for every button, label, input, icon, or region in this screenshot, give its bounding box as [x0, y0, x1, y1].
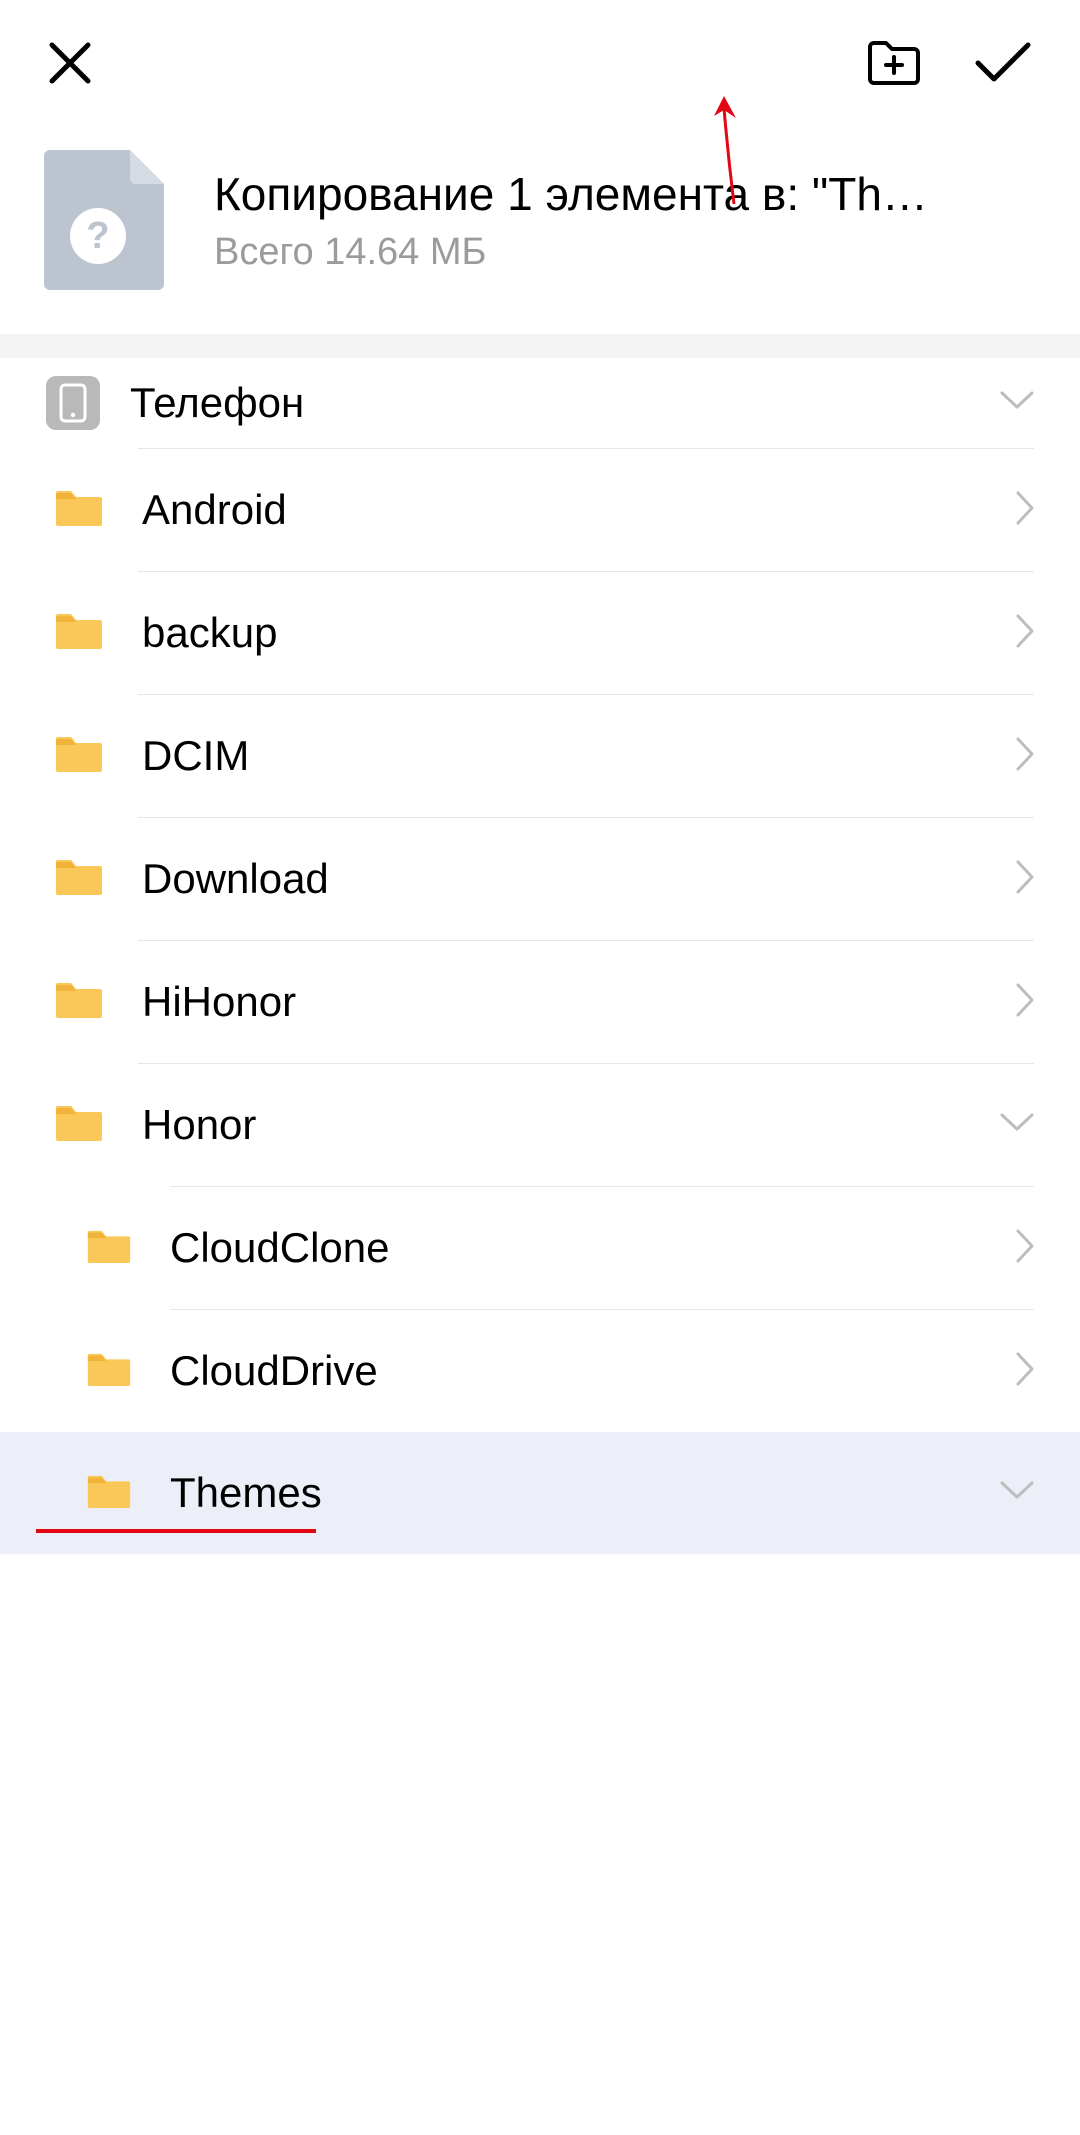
folder-icon [54, 979, 104, 1025]
folder-icon [54, 487, 104, 533]
chevron-right-icon [1016, 1229, 1034, 1268]
folder-icon [86, 1350, 132, 1393]
copy-info-subtitle: Всего 14.64 МБ [214, 231, 1036, 274]
folder-list: Android backup DCIM Download HiHonor Hon… [0, 449, 1080, 1554]
chevron-right-icon [1016, 1352, 1034, 1391]
chevron-right-icon [1016, 614, 1034, 653]
chevron-down-icon [1000, 1113, 1034, 1138]
folder-row[interactable]: Honor [0, 1064, 1080, 1186]
folder-row[interactable]: CloudDrive [0, 1310, 1080, 1432]
folder-name-label: backup [142, 609, 1016, 657]
folder-name-label: HiHonor [142, 978, 1016, 1026]
folder-name-label: DCIM [142, 732, 1016, 780]
chevron-right-icon [1016, 860, 1034, 899]
copy-info-title: Копирование 1 элемента в: "Th… [214, 167, 1036, 221]
folder-row[interactable]: DCIM [0, 695, 1080, 817]
file-thumbnail: ? [44, 150, 164, 290]
new-folder-icon [866, 39, 922, 87]
close-icon [48, 41, 92, 85]
close-button[interactable] [48, 41, 92, 85]
folder-icon [54, 856, 104, 902]
folder-icon [86, 1472, 132, 1515]
folder-icon [54, 733, 104, 779]
chevron-down-icon [1000, 1481, 1034, 1506]
folder-name-label: CloudClone [170, 1224, 1016, 1272]
chevron-right-icon [1016, 983, 1034, 1022]
unknown-file-icon: ? [44, 150, 164, 290]
folder-row[interactable]: Android [0, 449, 1080, 571]
confirm-button[interactable] [974, 41, 1032, 85]
folder-row[interactable]: Download [0, 818, 1080, 940]
folder-name-label: Download [142, 855, 1016, 903]
folder-name-label: CloudDrive [170, 1347, 1016, 1395]
folder-name-label: Android [142, 486, 1016, 534]
section-divider [0, 334, 1080, 358]
folder-row[interactable]: CloudClone [0, 1187, 1080, 1309]
folder-row[interactable]: Themes [0, 1432, 1080, 1554]
location-label: Телефон [130, 379, 970, 427]
folder-icon [54, 610, 104, 656]
new-folder-button[interactable] [866, 39, 922, 87]
folder-icon [54, 1102, 104, 1148]
folder-name-label: Themes [170, 1469, 1000, 1517]
phone-badge [46, 376, 100, 430]
copy-info-section: ? Копирование 1 элемента в: "Th… Всего 1… [0, 126, 1080, 334]
top-bar [0, 0, 1080, 126]
location-row[interactable]: Телефон [0, 358, 1080, 448]
chevron-right-icon [1016, 491, 1034, 530]
check-icon [974, 41, 1032, 85]
svg-text:?: ? [86, 215, 109, 257]
chevron-right-icon [1016, 737, 1034, 776]
folder-name-label: Honor [142, 1101, 1000, 1149]
folder-row[interactable]: backup [0, 572, 1080, 694]
folder-row[interactable]: HiHonor [0, 941, 1080, 1063]
chevron-down-icon [1000, 391, 1034, 416]
phone-icon [59, 383, 87, 423]
folder-icon [86, 1227, 132, 1270]
